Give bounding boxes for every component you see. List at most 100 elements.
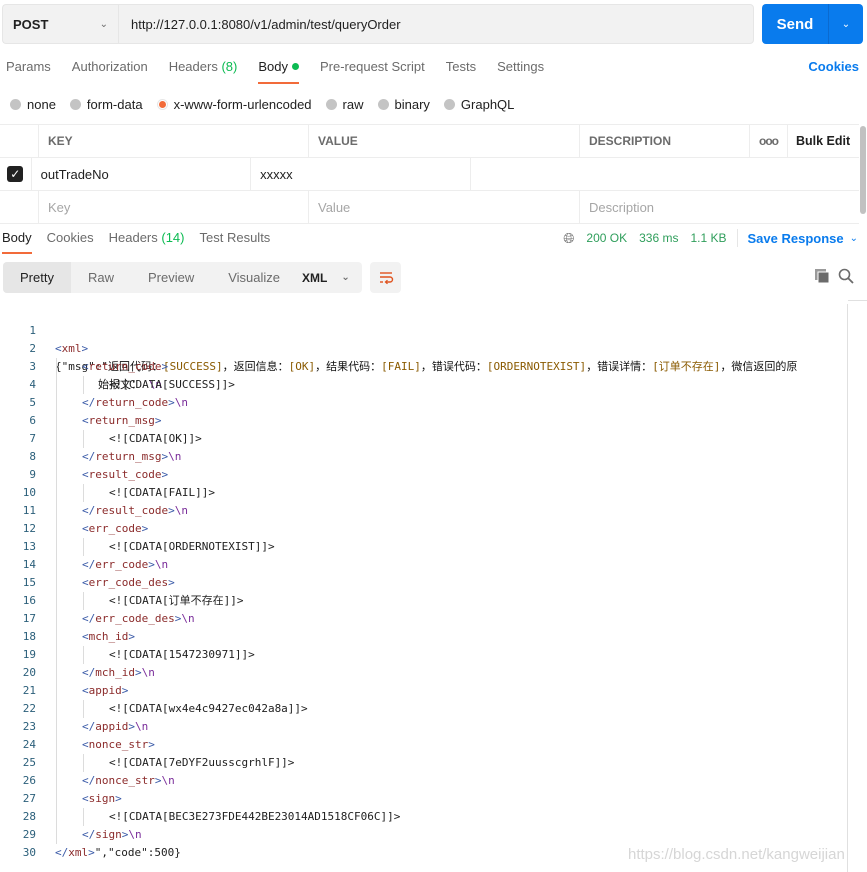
value-input[interactable]: xxxxx [251,158,472,190]
indent-guide [83,376,84,394]
form-params-table: KEY VALUE DESCRIPTION ooo Bulk Edit ✓ ou… [0,124,859,224]
send-button[interactable]: Send [762,4,829,44]
tab-tests[interactable]: Tests [446,58,476,86]
newline-escape: \n [174,504,188,517]
tag-bracket: < [82,414,89,427]
response-tab-test-results[interactable]: Test Results [200,230,271,254]
response-size[interactable]: 1.1 KB [690,231,726,245]
radio-form-data[interactable]: form-data [69,97,143,112]
view-visualize[interactable]: Visualize [211,262,297,293]
code-line: 7 <![CDATA[OK]]> [0,430,847,448]
tab-params[interactable]: Params [6,58,51,86]
radio-x-www-form-urlencoded[interactable]: x-www-form-urlencoded [156,97,312,112]
code-line-text: <![CDATA[wx4e4c9427ec042a8a]]> [109,700,837,718]
tab-label: Tests [445,59,477,74]
row-checkbox[interactable]: ✓ [7,166,24,182]
code-line-text: </nonce_str>\n [82,772,837,790]
tag-name: appid [88,684,122,697]
newline-escape: \n [174,396,188,409]
tag-bracket: > [115,792,122,805]
view-preview[interactable]: Preview [131,262,211,293]
response-tab-headers[interactable]: Headers (14) [109,230,185,254]
code-line: 14 </err_code>\n [0,556,847,574]
indent-guide [56,412,57,430]
line-number: 18 [22,630,36,643]
tab-pre-request-script[interactable]: Pre-request Script [320,58,425,86]
new-key-input[interactable]: Key [39,191,309,223]
tag-bracket: < [82,630,89,643]
line-number: 3 [29,360,36,373]
status-code[interactable]: 200 OK [586,231,627,245]
view-pretty[interactable]: Pretty [3,262,71,293]
newline-escape: \n [181,612,195,625]
tag-name: sign [95,828,122,841]
save-response-button[interactable]: Save Response [748,231,844,246]
language-select[interactable]: XML ⌄ [291,262,362,293]
line-number: 29 [22,828,36,841]
line-number: 6 [29,414,36,427]
response-tab-cookies[interactable]: Cookies [47,230,94,254]
tag-name: result_code [95,504,169,517]
code-line: 18 <mch_id> [0,628,847,646]
tab-settings[interactable]: Settings [497,58,544,86]
response-tab-body[interactable]: Body [2,230,32,254]
code-line-text: <xml> [55,340,837,358]
indent-guide [83,430,84,448]
code-line: 17 </err_code_des>\n [0,610,847,628]
tag-bracket: > [161,360,169,373]
search-icon[interactable] [838,268,854,284]
copy-icon[interactable] [814,268,830,284]
line-number: 30 [22,846,36,859]
params-scrollbar[interactable] [860,126,866,214]
radio-raw[interactable]: raw [325,97,364,112]
code-line: 8 </return_msg>\n [0,448,847,466]
line-number: 7 [29,432,36,445]
tab-headers[interactable]: Headers (8) [169,58,238,86]
cookies-link[interactable]: Cookies [808,58,859,76]
row-check-cell: ✓ [0,158,32,190]
indent-guide [56,646,57,664]
radio-label: none [27,96,56,112]
description-input[interactable] [471,158,859,190]
tag-bracket: < [55,342,62,355]
header-key: KEY [39,125,309,157]
new-description-input[interactable]: Description [580,191,859,223]
radio-graphql[interactable]: GraphQL [443,97,514,112]
response-time[interactable]: 336 ms [639,231,678,245]
radio-binary[interactable]: binary [377,97,430,112]
radio-none[interactable]: none [10,97,56,112]
tag-bracket: </ [82,720,96,733]
response-code-viewer[interactable]: 1 {"msg":"返回代码：[SUCCESS]，返回信息：[OK]，结果代码：… [0,304,848,872]
more-options-icon[interactable]: ooo [750,125,788,157]
key-input[interactable]: outTradeNo [32,158,252,190]
globe-icon[interactable]: 🌐︎ [563,230,574,247]
radio-circle-icon [325,98,337,110]
send-options-chevron-icon[interactable]: ⌄ [829,4,863,44]
line-number: 4 [29,378,36,391]
tag-bracket: > [148,738,155,751]
code-line: 6 <return_msg> [0,412,847,430]
code-line-text: </return_code>\n [82,394,837,412]
code-line: 20 </mch_id>\n [0,664,847,682]
headers-count: (8) [221,59,238,74]
tab-authorization[interactable]: Authorization [72,58,148,86]
tab-label: Test Results [199,230,271,245]
code-line-text: </err_code>\n [82,556,837,574]
header-description: DESCRIPTION [580,125,750,157]
method-select[interactable]: POST ⌄ [2,4,118,44]
indent-guide [56,430,57,448]
newline-escape: \n [135,720,149,733]
view-raw[interactable]: Raw [71,262,131,293]
new-value-input[interactable]: Value [309,191,580,223]
code-line-text: <result_code> [82,466,837,484]
tag-bracket: </ [82,504,96,517]
code-line-text: </sign>\n [82,826,837,844]
tab-body[interactable]: Body [258,58,299,86]
url-input[interactable]: http://127.0.0.1:8080/v1/admin/test/quer… [118,4,754,44]
tab-label: Cookies [46,230,94,245]
code-line: 16 <![CDATA[订单不存在]]> [0,592,847,610]
radio-circle-icon [69,98,81,110]
bulk-edit-button[interactable]: Bulk Edit [788,125,859,157]
chevron-down-icon[interactable]: ⌄ [850,233,858,244]
wrap-lines-button[interactable] [370,262,401,293]
